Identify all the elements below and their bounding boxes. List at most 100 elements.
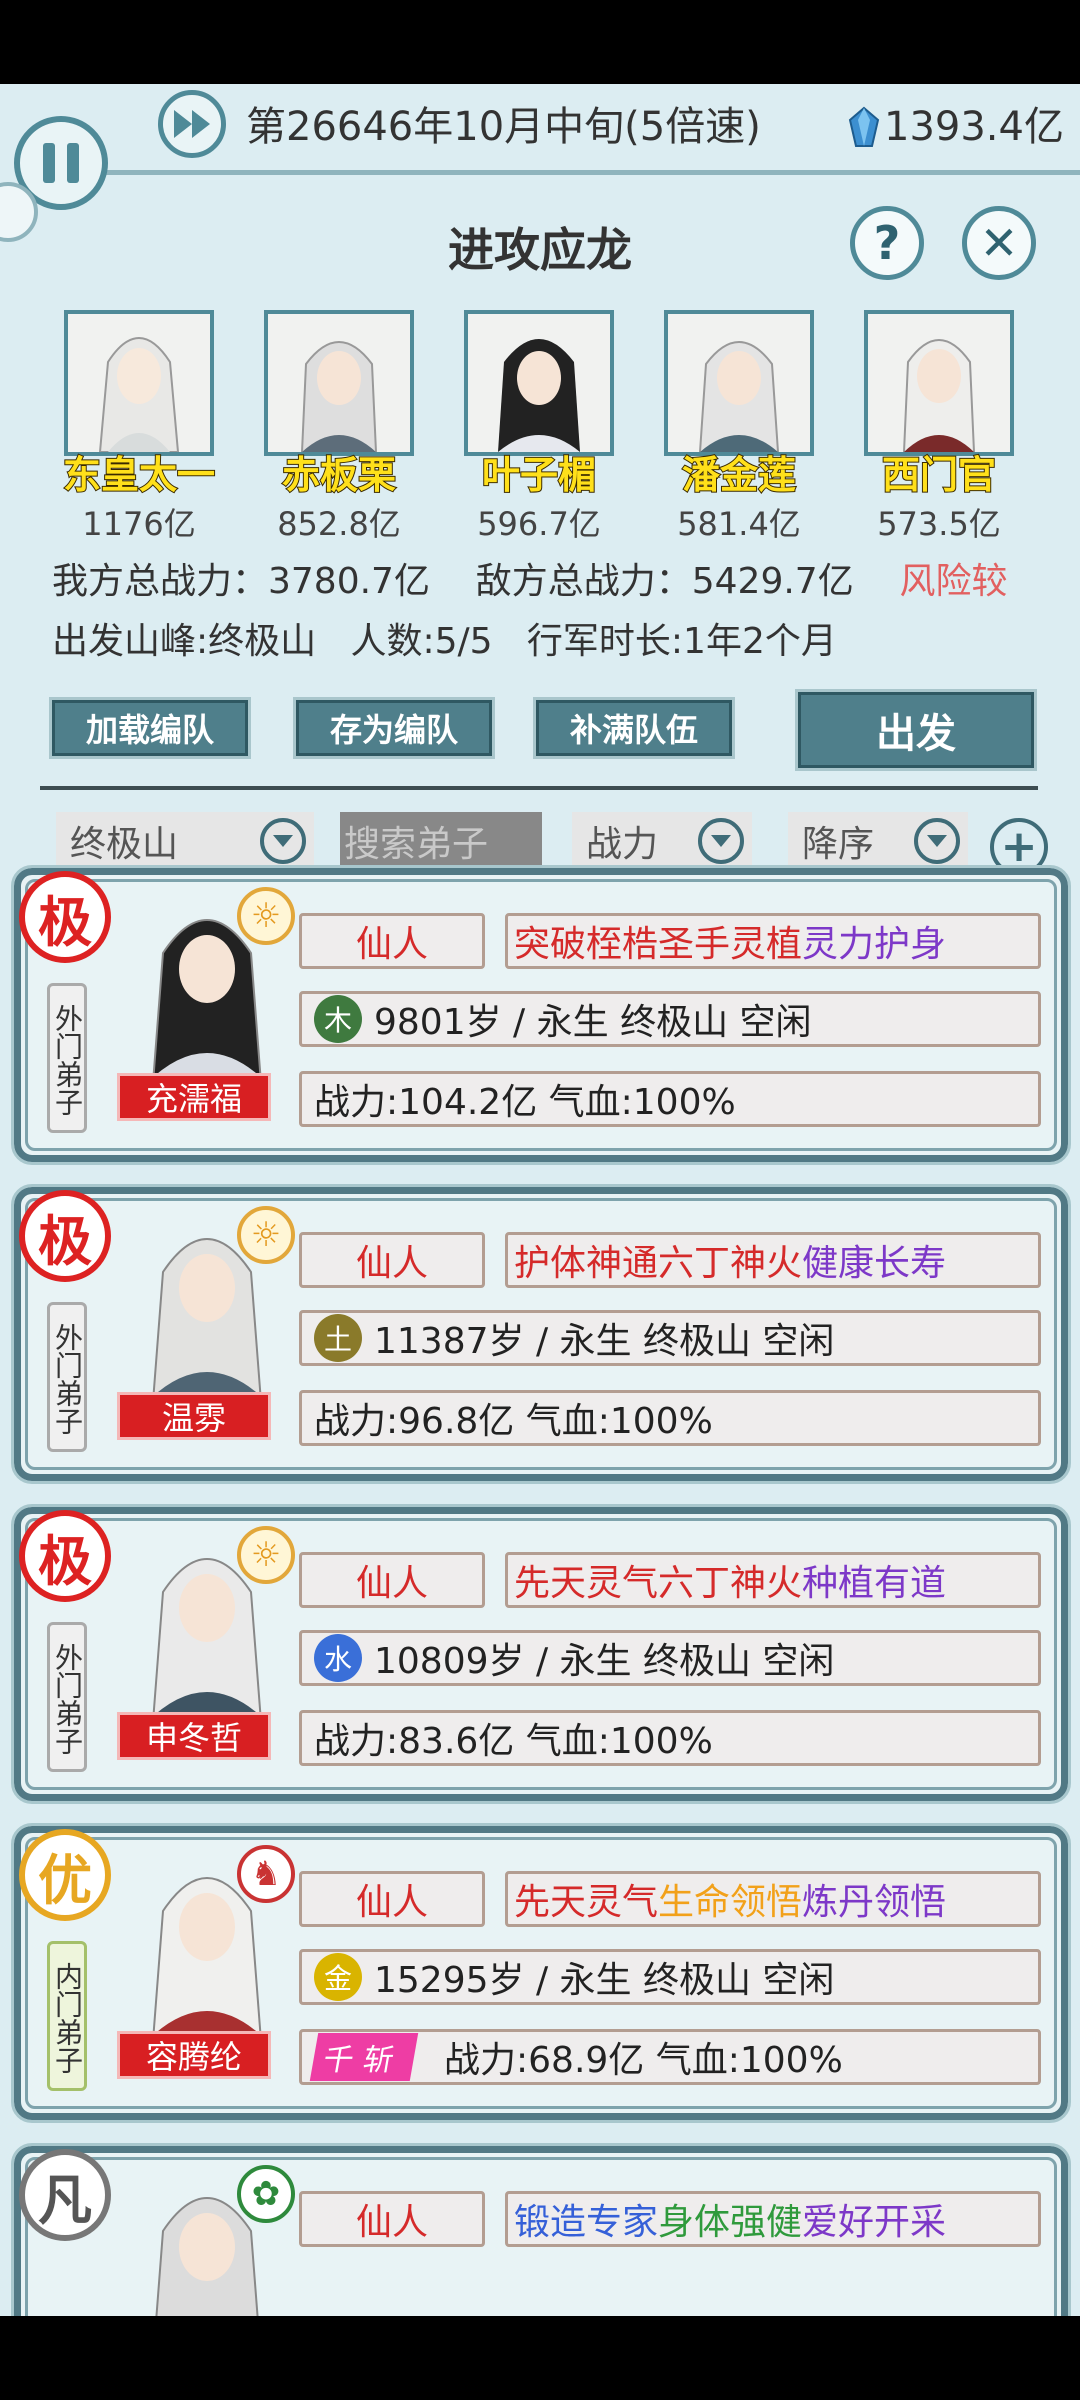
sun-badge-icon: ☼ [237,1526,295,1584]
sort-filter[interactable]: 战力 [572,812,752,870]
disciple-name: 充濡福 [117,1073,271,1121]
trait-label: 突破桎梏 [514,924,659,965]
help-button[interactable]: ? [850,206,924,280]
disciple-power-hp: 战力:83.6亿 气血:100% [314,1721,713,1762]
disciple-info: 土 11387岁 / 永生 终极山 空闲 [299,1310,1041,1366]
spirit-stone-icon [848,106,880,147]
trait-label: 炼丹领悟 [802,1882,947,1923]
disciple-info: 金 15295岁 / 永生 终极山 空闲 [299,1949,1041,2005]
march-duration: 行军时长:1年2个月 [526,621,837,662]
rank-scroll: 外门弟子 [47,1622,87,1772]
sun-badge-icon: ☼ [237,887,295,945]
disciple-power-hp: 战力:68.9亿 气血:100% [444,2040,843,2081]
chevron-down-icon [260,818,306,864]
disciple-traits: 锻造专家 身体强健 爱好开采 [505,2191,1041,2247]
grade-label: 极 [38,1529,92,1593]
team-avatar [664,310,814,456]
team-slot-5[interactable]: 西门官 573.5亿 [864,310,1014,545]
game-screen: 第26646年10月中旬(5倍速) 1393.4亿 进攻应龙 ? ✕ 东皇太一 … [0,84,1080,2316]
team-slot-3[interactable]: 叶子楣 596.7亿 [464,310,614,545]
team-avatar [464,310,614,456]
team-member-name: 潘金莲 [681,452,797,498]
sun-badge-icon: ☼ [237,1206,295,1264]
trait-label: 灵力护身 [802,924,947,965]
trait-label: 生命领悟 [658,1882,803,1923]
element-icon: 土 [314,1314,362,1362]
team-member-name: 西门官 [881,452,997,498]
march-summary: 出发山峰:终极山 人数:5/5 行军时长:1年2个月 [52,612,837,664]
disciple-traits: 先天灵气 六丁神火 种植有道 [505,1552,1041,1608]
grade-label: 凡 [38,2168,92,2232]
trait-label: 护体神通 [514,1243,659,1284]
disciple-card[interactable]: 极外门弟子 ☼ 充濡福 仙人 突破桎梏 圣手灵植 灵力护身木 9801岁 / 永生 终极山 空… [11,865,1071,1165]
save-formation-button[interactable]: 存为编队 [293,697,495,759]
our-total-power: 我方总战力：3780.7亿 [52,561,430,602]
disciple-card[interactable]: 极外门弟子 ☼ 申冬哲 仙人 先天灵气 六丁神火 种植有道水 10809岁 / 永生 终极山 … [11,1504,1071,1804]
origin-mountain: 出发山峰:终极山 [52,621,317,662]
power-summary: 我方总战力：3780.7亿 敌方总战力：5429.7亿 风险较 [52,552,1008,604]
trait-label: 锻造专家 [514,2202,659,2243]
disciple-class: 仙人 [299,913,485,969]
pause-icon-bar [43,143,55,183]
team-slot-4[interactable]: 潘金莲 581.4亿 [664,310,814,545]
trait-label: 健康长寿 [802,1243,947,1284]
leaf-badge-icon: ✿ [237,2165,295,2223]
disciple-stats: 千斩 战力:68.9亿 气血:100% [299,2029,1041,2085]
close-icon: ✕ [979,216,1019,270]
sort-filter-value: 战力 [586,824,659,865]
disciple-info: 水 10809岁 / 永生 终极山 空闲 [299,1630,1041,1686]
disciple-name: 容腾纶 [117,2031,271,2079]
help-icon: ? [873,216,901,270]
team-member-power: 596.7亿 [477,505,601,543]
trait-label: 先天灵气 [514,1563,659,1604]
team-slot-1[interactable]: 东皇太一 1176亿 [62,310,216,545]
trait-label: 六丁神火 [658,1563,803,1604]
fill-team-button[interactable]: 补满队伍 [533,697,735,759]
disciple-stats: 战力:104.2亿 气血:100% [299,1071,1041,1127]
top-bar-divider [90,170,1080,175]
system-nav-bar [0,2316,1080,2400]
order-filter[interactable]: 降序 [788,812,968,870]
beast-badge-icon: ♞ [237,1845,295,1903]
disciple-class: 仙人 [299,1552,485,1608]
disciple-card[interactable]: 极外门弟子 ☼ 温雰 仙人 护体神通 六丁神火 健康长寿土 11387岁 / 永生 终极山 空… [11,1184,1071,1484]
grade-badge: 极 [19,1510,111,1602]
load-formation-button[interactable]: 加载编队 [49,697,251,759]
mountain-filter-value: 终极山 [70,824,179,865]
team-member-power: 573.5亿 [877,505,1001,543]
team-slot-2[interactable]: 赤板栗 852.8亿 [264,310,414,545]
rank-scroll: 外门弟子 [47,983,87,1133]
close-button[interactable]: ✕ [962,206,1036,280]
disciple-age-location: 10809岁 / 永生 终极山 空闲 [374,1641,835,1682]
disciple-traits: 突破桎梏 圣手灵植 灵力护身 [505,913,1041,969]
disciple-card[interactable]: 优内门弟子 ♞ 容腾纶 仙人 先天灵气 生命领悟 炼丹领悟金 15295岁 / 永生 终极山 … [11,1823,1071,2123]
chevron-down-icon [698,818,744,864]
plus-icon: + [1000,821,1038,872]
order-filter-value: 降序 [802,824,875,865]
grade-badge: 极 [19,871,111,963]
grade-label: 极 [38,890,92,954]
trait-label: 圣手灵植 [658,924,803,965]
element-icon: 金 [314,1953,362,2001]
fast-forward-icon [174,110,210,138]
mountain-filter[interactable]: 终极山 [56,812,314,870]
team-member-name: 叶子楣 [481,452,597,498]
search-input[interactable]: 搜索弟子 [340,812,542,870]
disciple-stats: 战力:83.6亿 气血:100% [299,1710,1041,1766]
trait-label: 先天灵气 [514,1882,659,1923]
section-divider [40,786,1038,790]
team-member-name: 赤板栗 [281,452,397,498]
trait-label: 身体强健 [658,2202,803,2243]
grade-badge: 凡 [19,2149,111,2241]
chevron-down-icon [914,818,960,864]
disciple-power-hp: 战力:96.8亿 气血:100% [314,1401,713,1442]
disciple-power-hp: 战力:104.2亿 气血:100% [314,1082,736,1123]
top-bar: 第26646年10月中旬(5倍速) 1393.4亿 [0,84,1080,204]
fast-forward-button[interactable] [158,90,226,158]
trait-label: 种植有道 [802,1563,947,1604]
team-avatar [64,310,214,456]
disciple-name: 申冬哲 [117,1712,271,1760]
rank-scroll: 内门弟子 [47,1941,87,2091]
disciple-card[interactable]: 凡 ✿ 仙人 锻造专家 身体强健 爱好开采 [11,2143,1071,2316]
depart-button[interactable]: 出发 [795,689,1037,771]
